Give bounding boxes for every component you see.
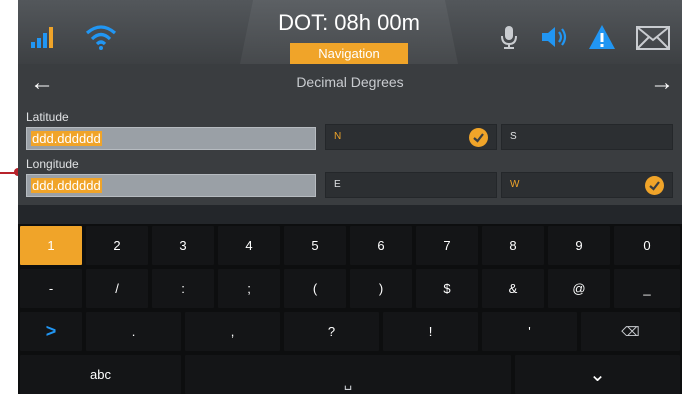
dot-timer: DOT: 08h 00m (278, 10, 420, 35)
key-slash[interactable]: / (86, 269, 148, 308)
option-north-label: N (334, 131, 342, 142)
option-west-label: W (510, 179, 520, 190)
key-4[interactable]: 4 (218, 226, 280, 265)
key-period[interactable]: . (86, 312, 181, 351)
longitude-label: Longitude (26, 157, 79, 171)
navigation-tab[interactable]: Navigation (290, 43, 408, 64)
key-3[interactable]: 3 (152, 226, 214, 265)
key-8[interactable]: 8 (482, 226, 544, 265)
mail-icon[interactable] (636, 26, 670, 50)
key-close-paren[interactable]: ) (350, 269, 412, 308)
option-south[interactable]: S (501, 124, 673, 150)
page-title: Decimal Degrees (296, 74, 404, 90)
title-row: ← Decimal Degrees → (18, 66, 682, 100)
key-9[interactable]: 9 (548, 226, 610, 265)
longitude-input[interactable]: ddd.dddddd (26, 174, 316, 197)
key-apostrophe[interactable]: ' (482, 312, 577, 351)
check-icon (645, 176, 664, 195)
option-east[interactable]: E (325, 172, 497, 198)
signal-icon (30, 24, 58, 50)
latitude-value: ddd.dddddd (31, 131, 102, 146)
more-symbols-key[interactable]: > (20, 312, 82, 351)
option-north[interactable]: N (325, 124, 497, 150)
dot-panel: DOT: 08h 00m Navigation (240, 0, 458, 64)
latitude-input[interactable]: ddd.dddddd (26, 127, 316, 150)
backspace-key[interactable]: ⌫ (581, 312, 680, 351)
key-at[interactable]: @ (548, 269, 610, 308)
key-ampersand[interactable]: & (482, 269, 544, 308)
space-key[interactable]: ␣ (185, 355, 511, 394)
forward-arrow-icon[interactable]: → (650, 69, 674, 97)
key-7[interactable]: 7 (416, 226, 478, 265)
option-east-label: E (334, 179, 341, 190)
divider (18, 205, 682, 224)
key-2[interactable]: 2 (86, 226, 148, 265)
check-icon (469, 128, 488, 147)
speaker-icon[interactable] (540, 25, 570, 49)
collapse-keyboard-key[interactable]: ⌄ (515, 355, 680, 394)
key-exclamation[interactable]: ! (383, 312, 478, 351)
microphone-icon[interactable] (498, 24, 520, 50)
key-semicolon[interactable]: ; (218, 269, 280, 308)
key-question[interactable]: ? (284, 312, 379, 351)
keyboard: 1 2 3 4 5 6 7 8 9 0 - / : ; ( ) $ & @ _ … (18, 224, 682, 394)
key-0[interactable]: 0 (614, 226, 680, 265)
key-open-paren[interactable]: ( (284, 269, 346, 308)
key-1[interactable]: 1 (20, 226, 82, 265)
key-dash[interactable]: - (20, 269, 82, 308)
key-underscore[interactable]: _ (614, 269, 680, 308)
key-5[interactable]: 5 (284, 226, 346, 265)
latitude-label: Latitude (26, 110, 69, 124)
warning-icon[interactable] (588, 24, 616, 50)
option-south-label: S (510, 131, 517, 142)
status-bar: DOT: 08h 00m Navigation (18, 0, 682, 64)
key-6[interactable]: 6 (350, 226, 412, 265)
key-dollar[interactable]: $ (416, 269, 478, 308)
abc-key[interactable]: abc (20, 355, 181, 394)
option-west[interactable]: W (501, 172, 673, 198)
wifi-icon (84, 22, 118, 52)
key-colon[interactable]: : (152, 269, 214, 308)
key-comma[interactable]: , (185, 312, 280, 351)
longitude-value: ddd.dddddd (31, 178, 102, 193)
device-screen: DOT: 08h 00m Navigation ← Decimal Degree… (18, 0, 682, 394)
